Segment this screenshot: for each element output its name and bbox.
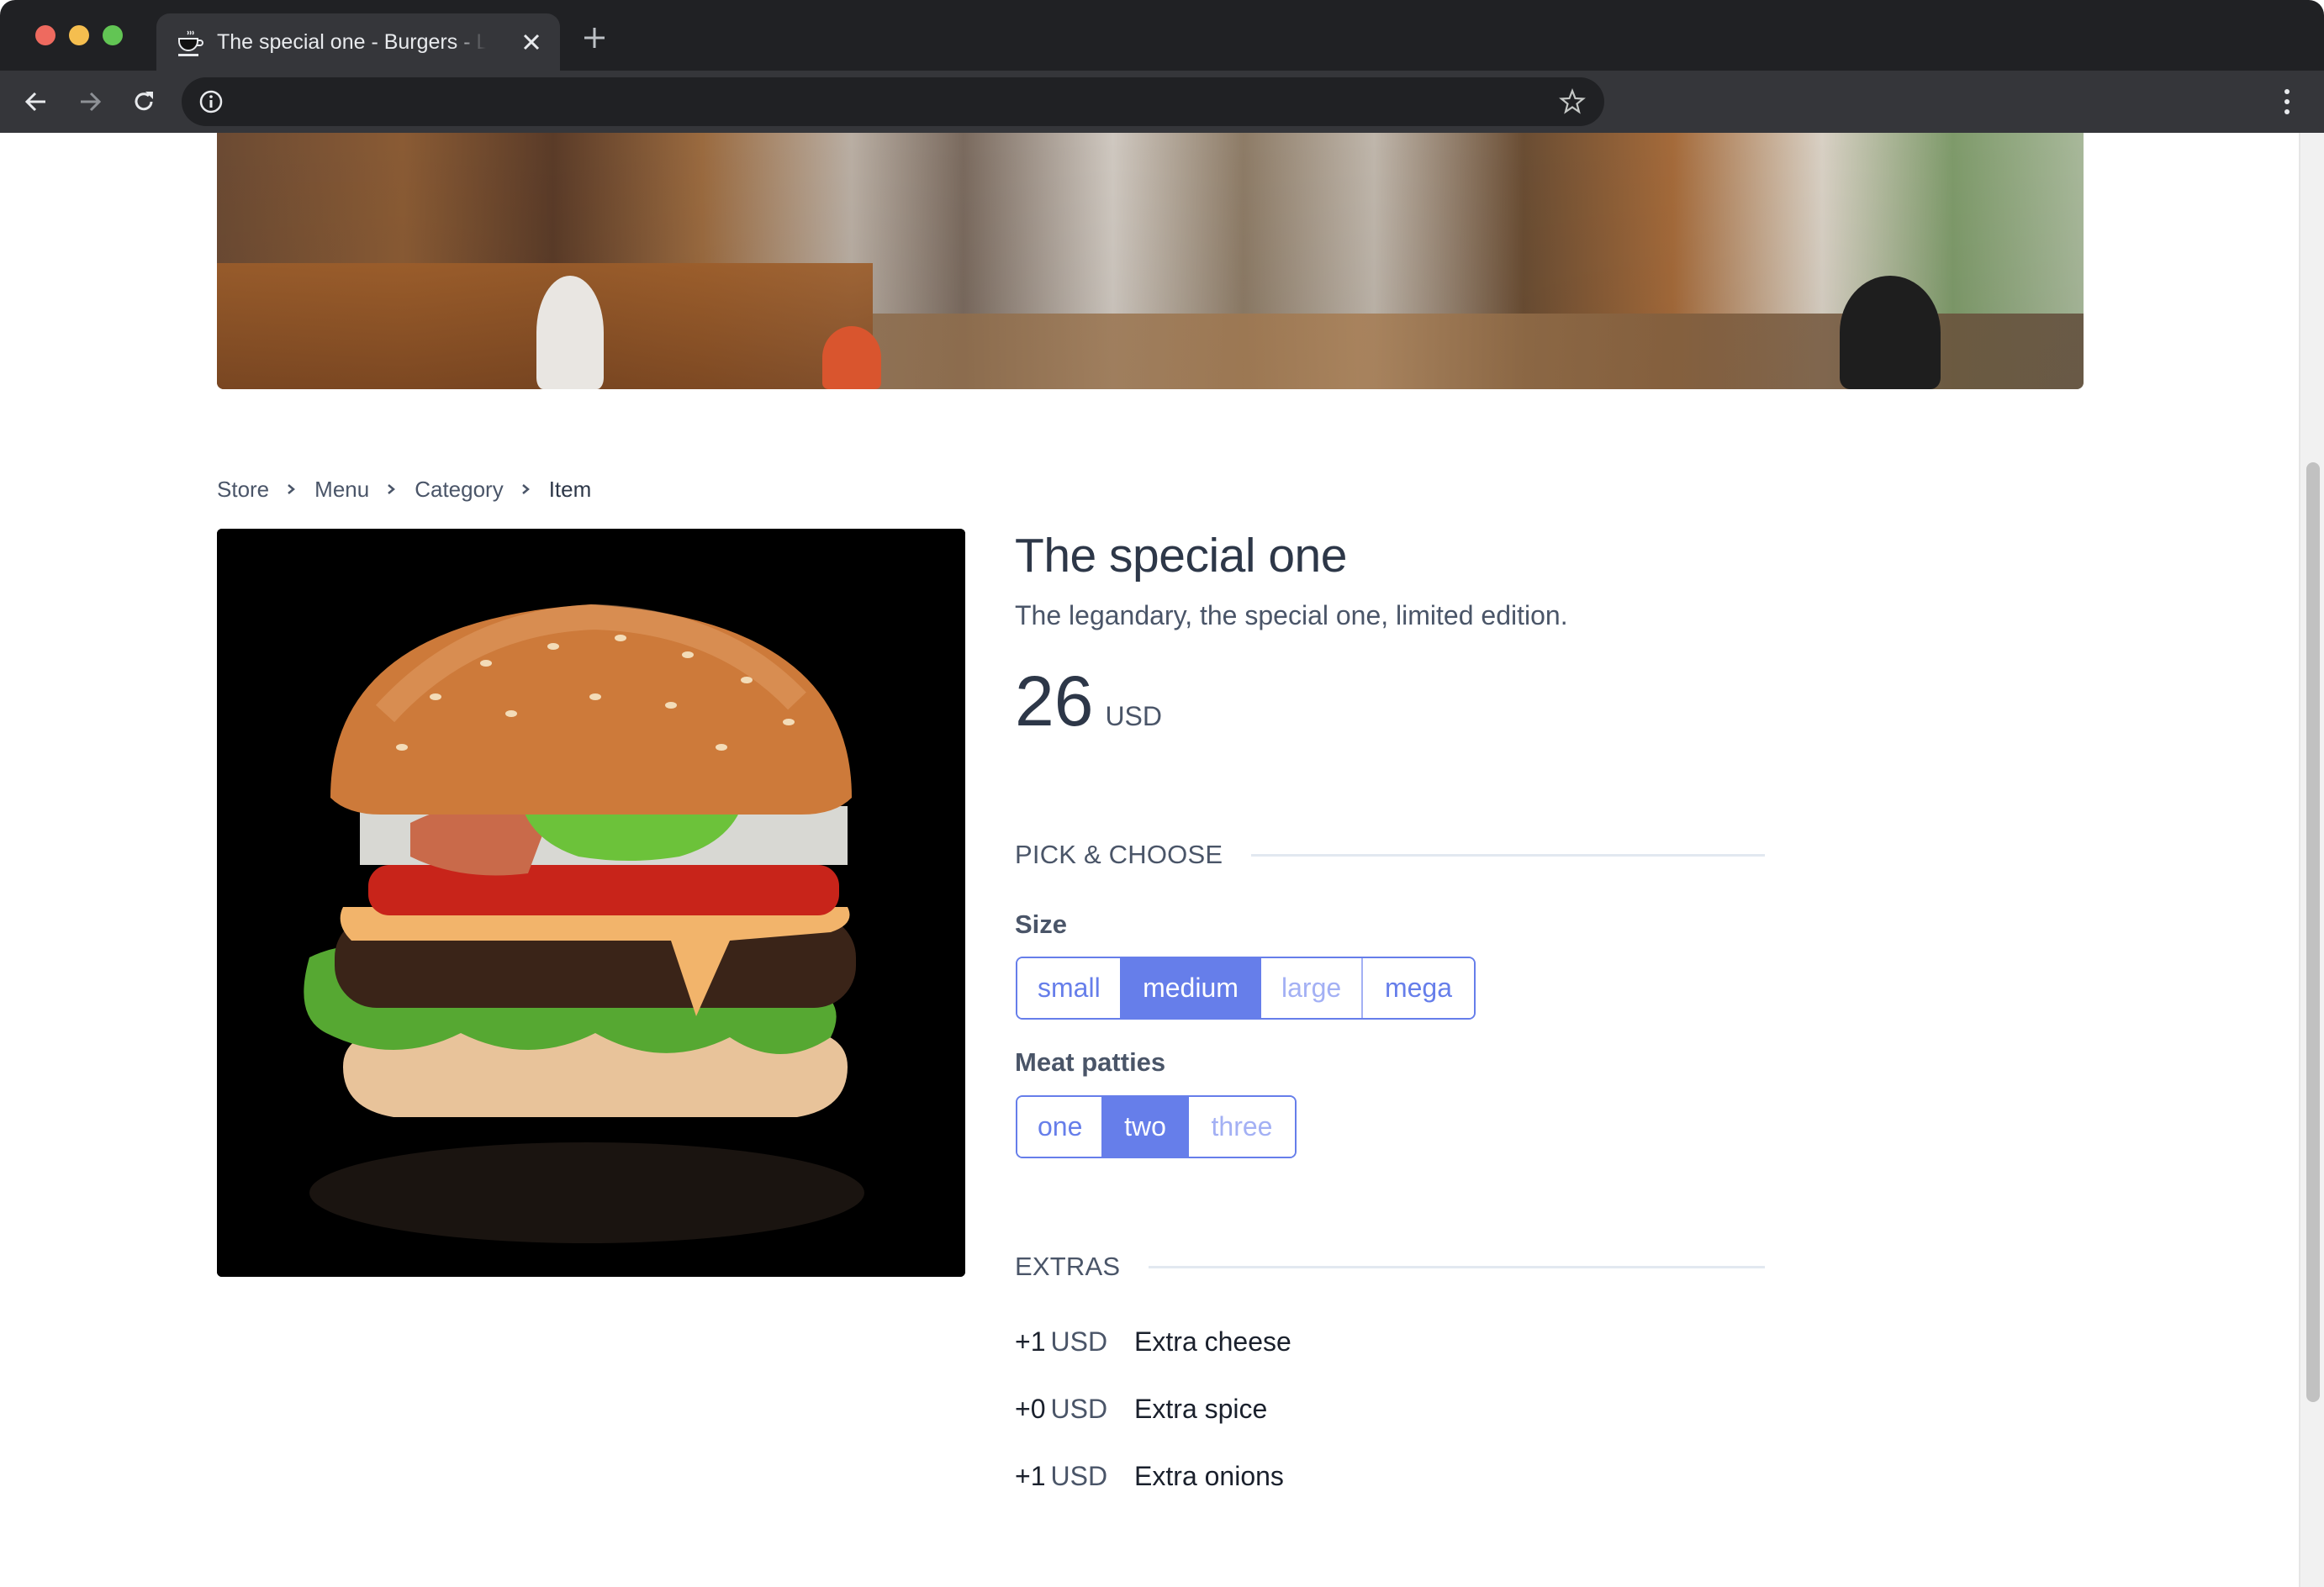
extra-currency: USD	[1050, 1460, 1108, 1491]
star-icon[interactable]	[1559, 88, 1586, 115]
product-price: 26 USD	[1015, 661, 1162, 742]
breadcrumb-menu[interactable]: Menu	[314, 477, 369, 503]
close-tab-icon[interactable]	[520, 30, 543, 54]
chevron-right-icon	[288, 484, 296, 494]
arrow-right-icon[interactable]	[76, 87, 104, 116]
divider	[1251, 853, 1765, 857]
meat-patties-selector: one two three	[1016, 1095, 1297, 1158]
arrow-left-icon[interactable]	[22, 87, 50, 116]
size-option-medium[interactable]: medium	[1122, 958, 1261, 1018]
hero-person-shape	[536, 276, 604, 389]
size-label: Size	[1015, 909, 1068, 939]
divider	[1149, 1265, 1765, 1268]
burger-reflection	[309, 1142, 864, 1243]
burger-illustration	[217, 529, 965, 1277]
extra-price: +1	[1015, 1326, 1046, 1357]
browser-toolbar	[0, 71, 2324, 133]
tab-title: The special one - Burgers - Lunch	[217, 30, 486, 54]
patty-option-one[interactable]: one	[1017, 1097, 1103, 1157]
extra-price: +1	[1015, 1460, 1046, 1491]
address-bar[interactable]	[182, 77, 1604, 126]
hero-person-shape	[1840, 276, 1941, 389]
plus-icon[interactable]	[582, 25, 607, 50]
hero-banner-image	[217, 133, 2084, 389]
extra-name: Extra onions	[1134, 1460, 1284, 1491]
url-input[interactable]	[240, 84, 1519, 119]
extra-item-spice[interactable]: +0 USD Extra spice	[1015, 1390, 1267, 1427]
pick-and-choose-header: PICK & CHOOSE	[1015, 836, 1765, 874]
reload-icon[interactable]	[129, 87, 158, 116]
pick-and-choose-title: PICK & CHOOSE	[1015, 840, 1223, 869]
extras-title: EXTRAS	[1015, 1252, 1121, 1281]
size-option-large[interactable]: large	[1261, 958, 1363, 1018]
tab-strip: The special one - Burgers - Lunch	[0, 0, 2324, 71]
hero-person-shape	[822, 326, 881, 389]
extra-item-onions[interactable]: +1 USD Extra onions	[1015, 1458, 1284, 1495]
extra-price: +0	[1015, 1393, 1046, 1424]
page-content: Store Menu Category Item The special one…	[0, 133, 2295, 1587]
browser-window: The special one - Burgers - Lunch	[0, 0, 2324, 1587]
minimize-window-button[interactable]	[69, 25, 89, 45]
price-currency: USD	[1105, 701, 1162, 731]
breadcrumb-item: Item	[548, 476, 592, 502]
meat-patties-label: Meat patties	[1015, 1047, 1166, 1077]
vertical-scrollbar[interactable]	[2299, 133, 2324, 1587]
burger-tomato	[368, 865, 839, 915]
kebab-menu-icon[interactable]	[2275, 87, 2299, 116]
browser-tab-active[interactable]: The special one - Burgers - Lunch	[156, 13, 560, 71]
close-window-button[interactable]	[35, 25, 55, 45]
chevron-right-icon	[388, 484, 396, 494]
product-title: The special one	[1015, 529, 1347, 583]
product-image	[217, 529, 965, 1277]
price-amount: 26	[1015, 662, 1094, 741]
chevron-right-icon	[521, 484, 530, 494]
maximize-window-button[interactable]	[103, 25, 123, 45]
coffee-cup-icon	[178, 30, 203, 56]
breadcrumb-category[interactable]: Category	[415, 477, 504, 503]
size-option-mega[interactable]: mega	[1363, 958, 1474, 1018]
patty-option-two[interactable]: two	[1103, 1097, 1189, 1157]
extra-currency: USD	[1050, 1393, 1108, 1424]
scrollbar-thumb[interactable]	[2306, 462, 2320, 1402]
extras-header: EXTRAS	[1015, 1247, 1765, 1286]
breadcrumb-store[interactable]: Store	[217, 477, 269, 503]
extra-item-cheese[interactable]: +1 USD Extra cheese	[1015, 1323, 1291, 1360]
size-option-small[interactable]: small	[1017, 958, 1122, 1018]
size-selector: small medium large mega	[1016, 957, 1476, 1020]
product-description: The legandary, the special one, limited …	[1015, 600, 1568, 630]
extra-name: Extra spice	[1134, 1393, 1268, 1424]
breadcrumb: Store Menu Category Item	[217, 472, 591, 506]
info-icon[interactable]	[198, 89, 224, 114]
extra-name: Extra cheese	[1134, 1326, 1291, 1357]
extra-currency: USD	[1050, 1326, 1108, 1357]
patty-option-three[interactable]: three	[1189, 1097, 1295, 1157]
